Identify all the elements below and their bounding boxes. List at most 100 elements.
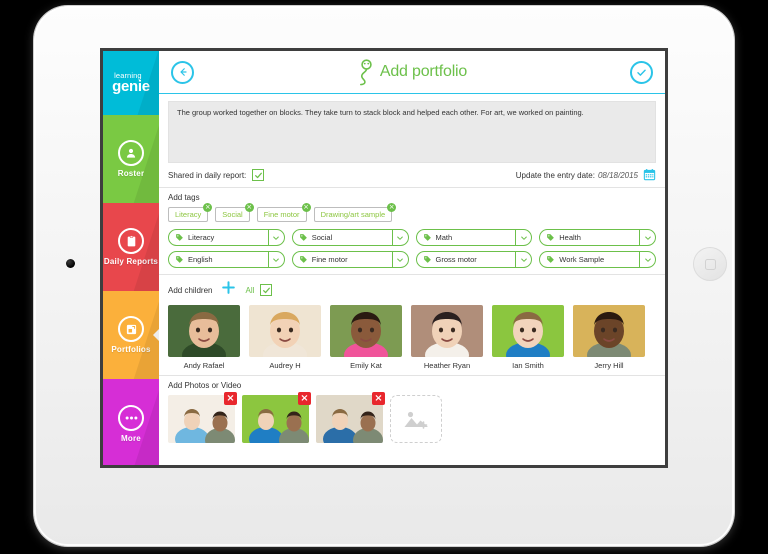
app-header: Add portfolio bbox=[159, 51, 665, 94]
chevron-down-icon[interactable] bbox=[639, 230, 655, 245]
chevron-down-icon[interactable] bbox=[391, 230, 408, 245]
note-textarea[interactable]: The group worked together on blocks. The… bbox=[168, 101, 656, 163]
tag-dropdown[interactable]: Math bbox=[415, 229, 533, 246]
remove-photo-icon[interactable]: × bbox=[224, 392, 237, 405]
child-item[interactable]: Ian Smith bbox=[492, 305, 564, 370]
check-circle-icon[interactable] bbox=[630, 60, 653, 84]
remove-photo-icon[interactable]: × bbox=[298, 392, 311, 405]
tag-dropdown[interactable]: Fine motor bbox=[291, 251, 409, 268]
sidebar-active-indicator bbox=[153, 328, 159, 342]
tag-chip-list: Literacy × Social × Fine motor × Drawing/art s… bbox=[168, 203, 656, 222]
portfolio-icon bbox=[118, 316, 144, 342]
tag-dropdown-label: English bbox=[188, 255, 213, 264]
child-item[interactable]: Andy Rafael bbox=[168, 305, 240, 370]
sidebar-item-daily-reports[interactable]: Daily Reports bbox=[103, 203, 159, 291]
tag-dropdown[interactable]: Health bbox=[539, 229, 656, 246]
tag-chip-label: Fine motor bbox=[263, 210, 300, 219]
chevron-down-icon[interactable] bbox=[267, 252, 284, 267]
child-avatar[interactable] bbox=[492, 305, 564, 357]
tag-chip[interactable]: Literacy × bbox=[168, 203, 213, 222]
remove-photo-icon[interactable]: × bbox=[372, 392, 385, 405]
sidebar-item-label: More bbox=[121, 433, 141, 443]
page-title: Add portfolio bbox=[379, 63, 468, 80]
logo-text: learning genie bbox=[112, 72, 150, 95]
child-item[interactable]: Heather Ryan bbox=[411, 305, 483, 370]
photos-section: Add Photos or Video × × × bbox=[159, 376, 665, 451]
sidebar-item-label: Roster bbox=[117, 169, 145, 178]
photos-list: × × × bbox=[168, 392, 656, 443]
photo-thumbnail[interactable]: × bbox=[316, 392, 385, 443]
page-title-group: Add portfolio bbox=[194, 58, 630, 86]
note-meta-row: Shared in daily report: Update the entry… bbox=[168, 163, 656, 187]
remove-tag-icon[interactable]: × bbox=[301, 203, 311, 212]
tag-chip[interactable]: Social × bbox=[215, 203, 254, 222]
tag-dropdown[interactable]: Work Sample bbox=[539, 251, 656, 268]
home-button-square-icon bbox=[704, 258, 716, 270]
tag-dropdown-label: Gross motor bbox=[435, 255, 477, 264]
tag-dropdown[interactable]: English bbox=[168, 251, 285, 268]
tag-dropdown[interactable]: Literacy bbox=[168, 229, 285, 246]
app-logo[interactable]: learning genie bbox=[103, 51, 159, 115]
tag-icon bbox=[546, 230, 555, 245]
tag-chip-label: Drawing/art sample bbox=[320, 210, 386, 219]
child-avatar[interactable] bbox=[249, 305, 321, 357]
select-all-label: All bbox=[245, 285, 255, 295]
tag-chip-label: Literacy bbox=[175, 210, 202, 219]
sidebar: learning genie Roster Daily Reports Port… bbox=[103, 51, 159, 465]
tag-dropdown-label: Literacy bbox=[188, 233, 215, 242]
tag-chip[interactable]: Drawing/art sample × bbox=[313, 203, 397, 222]
entry-date-value: 08/18/2015 bbox=[597, 170, 638, 180]
child-item[interactable]: Jerry Hill bbox=[573, 305, 645, 370]
child-avatar[interactable] bbox=[411, 305, 483, 357]
entry-date-label: Update the entry date: bbox=[515, 170, 595, 180]
child-avatar[interactable] bbox=[330, 305, 402, 357]
image-placeholder-icon[interactable] bbox=[390, 395, 442, 443]
child-item[interactable]: Emily Kat bbox=[330, 305, 402, 370]
remove-tag-icon[interactable]: × bbox=[387, 203, 397, 212]
tag-icon bbox=[423, 252, 432, 267]
child-avatar[interactable] bbox=[573, 305, 645, 357]
home-button[interactable] bbox=[693, 247, 727, 281]
select-all-checkbox[interactable] bbox=[260, 284, 273, 296]
ellipsis-icon bbox=[118, 404, 144, 431]
tag-dropdown[interactable]: Gross motor bbox=[415, 251, 533, 268]
chevron-down-icon[interactable] bbox=[391, 252, 408, 267]
child-name: Audrey H bbox=[269, 361, 301, 370]
child-avatar[interactable] bbox=[168, 305, 240, 357]
person-icon bbox=[118, 140, 144, 166]
book-icon bbox=[118, 228, 144, 254]
tag-dropdown-label: Math bbox=[435, 233, 453, 242]
remove-tag-icon[interactable]: × bbox=[203, 203, 213, 212]
plus-icon[interactable] bbox=[221, 280, 236, 300]
chevron-down-icon[interactable] bbox=[515, 230, 531, 245]
photo-thumbnail[interactable]: × bbox=[168, 392, 237, 443]
genie-mascot-icon bbox=[359, 58, 372, 85]
tag-icon bbox=[175, 230, 184, 245]
child-name: Emily Kat bbox=[350, 361, 382, 370]
tag-icon bbox=[546, 252, 555, 267]
photo-thumbnail[interactable]: × bbox=[242, 392, 311, 443]
check-icon bbox=[254, 172, 262, 178]
child-name: Heather Ryan bbox=[423, 361, 471, 370]
children-list: Andy Rafael Audrey H Emily Kat Heather Ryan… bbox=[168, 305, 656, 370]
add-children-label: Add children bbox=[168, 285, 213, 295]
chevron-down-icon[interactable] bbox=[639, 252, 655, 267]
select-all-group[interactable]: All bbox=[245, 284, 273, 296]
tag-dropdown-label: Health bbox=[559, 233, 581, 242]
add-tags-label: Add tags bbox=[168, 193, 200, 202]
chevron-down-icon[interactable] bbox=[267, 230, 284, 245]
tag-dropdown[interactable]: Social bbox=[291, 229, 409, 246]
sidebar-item-more[interactable]: More bbox=[103, 379, 159, 465]
tag-icon bbox=[299, 252, 308, 267]
tag-chip[interactable]: Fine motor × bbox=[256, 203, 311, 222]
shared-in-daily-report-checkbox[interactable] bbox=[252, 169, 265, 181]
back-arrow-icon[interactable] bbox=[171, 60, 194, 84]
chevron-down-icon[interactable] bbox=[515, 252, 531, 267]
remove-tag-icon[interactable]: × bbox=[244, 203, 254, 212]
sidebar-item-portfolios[interactable]: Portfolios bbox=[103, 291, 159, 379]
calendar-icon[interactable] bbox=[643, 168, 656, 183]
note-section: The group worked together on blocks. The… bbox=[159, 94, 665, 187]
child-item[interactable]: Audrey H bbox=[249, 305, 321, 370]
tag-dropdown-label: Social bbox=[311, 233, 333, 242]
sidebar-item-roster[interactable]: Roster bbox=[103, 115, 159, 203]
